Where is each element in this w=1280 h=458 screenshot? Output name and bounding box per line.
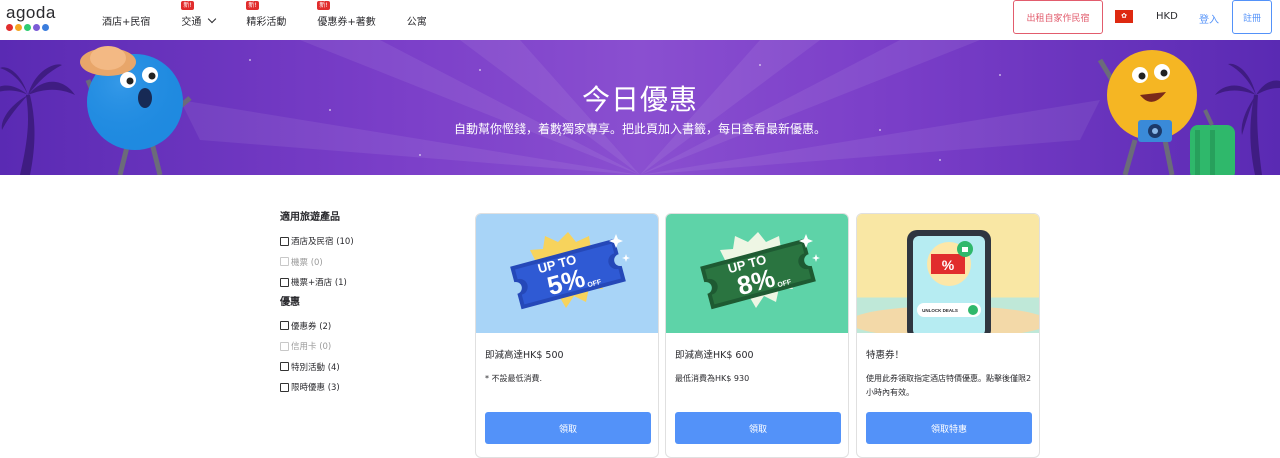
filter-label: 信用卡 (0)	[291, 342, 332, 353]
claim-deal-button[interactable]: 領取特惠	[866, 412, 1032, 444]
currency-selector[interactable]: HKD	[1156, 11, 1178, 22]
deals-banner: 今日優惠 自動幫你慳錢，着數獨家專享。把此頁加入書籤，每日查看最新優惠。	[0, 40, 1280, 175]
new-badge: 新!	[317, 0, 330, 10]
host-property-button[interactable]: 出租自家作民宿	[1013, 0, 1103, 34]
chevron-down-icon	[208, 14, 217, 23]
checkbox[interactable]	[280, 321, 289, 331]
card-title: 特惠券！	[866, 350, 905, 361]
login-link[interactable]: 登入	[1199, 11, 1219, 26]
agoda-logo[interactable]: agoda	[6, 4, 62, 34]
nav-hotels-label: 酒店+民宿	[102, 16, 151, 28]
logo-dot	[6, 24, 13, 31]
nav-coupons[interactable]: 新! 優惠券+著數	[317, 0, 376, 28]
coupon-ticket-image: UP TO 5% OFF	[476, 214, 658, 333]
logo-text: agoda	[6, 3, 56, 22]
nav-transport[interactable]: 新! 交通	[181, 0, 217, 28]
filter-credit-card: 信用卡 (0)	[280, 336, 440, 357]
filter-label: 機票 (0)	[291, 257, 323, 268]
card-title: 即減高達HK$ 600	[675, 350, 754, 361]
card-description: * 不設最低消費.	[485, 374, 543, 383]
logo-dot	[24, 24, 31, 31]
deal-card: UP TO 5% OFF 即減高達HK$ 500 * 不設最低消費. 領取	[475, 213, 659, 458]
card-title: 即減高達HK$ 500	[485, 350, 564, 361]
offer-filter-heading: 優惠	[280, 296, 300, 308]
filter-label: 酒店及民宿 (10)	[291, 237, 354, 248]
checkbox[interactable]	[280, 362, 289, 372]
nav-coupons-label: 優惠券+著數	[317, 16, 376, 28]
checkbox[interactable]	[280, 382, 289, 392]
filter-coupons[interactable]: 優惠券 (2)	[280, 316, 440, 337]
filter-flight-hotel[interactable]: 機票+酒店 (1)	[280, 272, 440, 293]
filter-hotels[interactable]: 酒店及民宿 (10)	[280, 231, 440, 252]
hong-kong-flag-icon[interactable]: ✿	[1115, 10, 1133, 23]
unlock-deals-text: UNLOCK DEALS	[922, 308, 958, 313]
card-description: 使用此券領取指定酒店特價優惠。點擊後僅限2小時內有效。	[866, 374, 1032, 397]
nav-apartments[interactable]: 公寓	[407, 13, 427, 28]
top-header: agoda 酒店+民宿 新! 交通 新! 精彩活動 新! 優惠券+著數 公寓 出…	[0, 0, 1280, 40]
logo-dot	[42, 24, 49, 31]
coupon-ticket-image: UP TO 8% OFF	[666, 214, 848, 333]
checkbox	[280, 341, 289, 351]
filter-limited-time[interactable]: 限時優惠 (3)	[280, 377, 440, 398]
checkbox	[280, 257, 289, 267]
banner-title: 今日優惠	[581, 83, 698, 116]
logo-dot	[15, 24, 22, 31]
filter-sidebar: 適用旅遊產品 酒店及民宿 (10) 機票 (0) 機票+酒店 (1) 優惠 優惠…	[280, 208, 440, 398]
deal-card: UP TO 8% OFF 即減高達HK$ 600 最低消費為HK$ 930 領取	[665, 213, 849, 458]
main-nav: 酒店+民宿 新! 交通 新! 精彩活動 新! 優惠券+著數 公寓	[102, 0, 458, 40]
filter-label: 機票+酒店 (1)	[291, 278, 347, 289]
nav-apartments-label: 公寓	[406, 16, 427, 28]
claim-button[interactable]: 領取	[485, 412, 651, 444]
product-filter-heading: 適用旅遊產品	[280, 212, 340, 223]
banner-subtitle: 自動幫你慳錢，着數獨家專享。把此頁加入書籤，每日查看最新優惠。	[453, 122, 826, 136]
nav-activities[interactable]: 新! 精彩活動	[246, 0, 287, 28]
nav-hotels[interactable]: 酒店+民宿	[102, 13, 150, 28]
filter-special-events[interactable]: 特別活動 (4)	[280, 357, 440, 378]
checkbox[interactable]	[280, 236, 289, 246]
filter-flights: 機票 (0)	[280, 252, 440, 273]
unlock-deals-image: % UNLOCK DEALS	[857, 214, 1039, 333]
nav-activities-label: 精彩活動	[246, 16, 287, 28]
checkbox[interactable]	[280, 277, 289, 287]
discount-symbol: %	[942, 257, 955, 273]
deal-card: % UNLOCK DEALS 特惠券！ 使用此券領取指定酒店特價優惠。點擊後僅限…	[856, 213, 1040, 458]
card-description: 最低消費為HK$ 930	[675, 374, 750, 383]
nav-transport-label: 交通	[181, 16, 202, 28]
new-badge: 新!	[181, 0, 194, 10]
logo-dots	[6, 24, 62, 31]
new-badge: 新!	[246, 0, 259, 10]
logo-dot	[33, 24, 40, 31]
filter-label: 特別活動 (4)	[291, 362, 340, 373]
filter-label: 限時優惠 (3)	[291, 383, 340, 394]
signup-button[interactable]: 註冊	[1232, 0, 1272, 34]
claim-button[interactable]: 領取	[675, 412, 841, 444]
filter-label: 優惠券 (2)	[291, 321, 332, 332]
